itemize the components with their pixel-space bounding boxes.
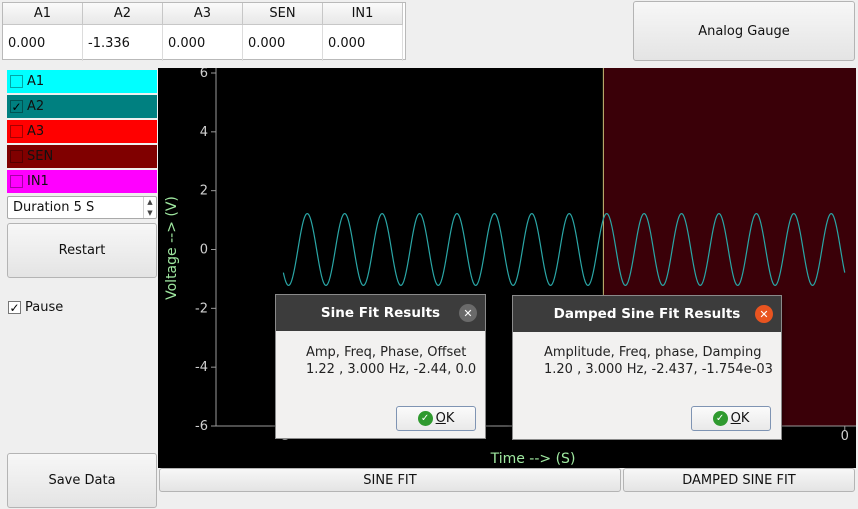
sine-fit-message: Amp, Freq, Phase, Offset 1.22 , 3.000 Hz… <box>306 344 476 378</box>
channel-sen-label: SEN <box>27 149 54 164</box>
value-a2: -1.336 <box>83 25 163 61</box>
channel-a2-label: A2 <box>27 99 45 114</box>
damped-sine-fit-dialog-titlebar[interactable]: Damped Sine Fit Results ✕ <box>513 296 781 332</box>
y-tick-label: 2 <box>200 184 208 199</box>
x-axis-label: Time --> (S) <box>490 451 576 467</box>
damped-sine-fit-button[interactable]: DAMPED SINE FIT <box>623 468 855 492</box>
damped-fit-params-values: 1.20 , 3.000 Hz, -2.437, -1.754e-03 <box>544 362 773 377</box>
value-a3: 0.000 <box>163 25 243 61</box>
pause-toggle[interactable]: ✓ Pause <box>8 300 63 315</box>
channel-a1[interactable]: A1 <box>7 70 157 93</box>
y-tick-label: 0 <box>200 243 208 258</box>
pause-label: Pause <box>25 300 64 315</box>
damped-sine-fit-dialog-title: Damped Sine Fit Results <box>553 306 741 322</box>
header-sen: SEN <box>243 3 323 25</box>
channel-a3-checkbox[interactable] <box>10 125 23 138</box>
x-tick-label: 0 <box>841 429 849 444</box>
ok-mnemonic: O <box>730 411 741 426</box>
sine-fit-dialog-titlebar[interactable]: Sine Fit Results ✕ <box>276 295 485 331</box>
sine-fit-params-header: Amp, Freq, Phase, Offset <box>306 345 467 360</box>
analog-gauge-button[interactable]: Analog Gauge <box>633 1 855 61</box>
checkmark-icon: ✓ <box>712 411 728 426</box>
y-tick-label: -6 <box>195 419 208 434</box>
y-tick-label: -4 <box>195 360 208 375</box>
duration-value: Duration 5 S <box>13 200 95 215</box>
close-icon[interactable]: ✕ <box>755 305 773 323</box>
y-tick-label: 6 <box>200 68 208 81</box>
sine-fit-params-values: 1.22 , 3.000 Hz, -2.44, 0.0 <box>306 362 477 377</box>
channel-a3-label: A3 <box>27 124 45 139</box>
y-axis-label: Voltage --> (V) <box>164 196 180 300</box>
restart-button[interactable]: Restart <box>7 223 157 278</box>
sine-fit-ok-button[interactable]: ✓ OK <box>396 406 476 431</box>
value-a1: 0.000 <box>3 25 83 61</box>
ok-label-rest: K <box>445 411 455 426</box>
readings-table: A1 A2 A3 SEN IN1 0.000 -1.336 0.000 0.00… <box>2 2 406 61</box>
y-tick-label: -2 <box>195 301 208 316</box>
pause-checkbox[interactable]: ✓ <box>8 301 21 314</box>
channel-in1-label: IN1 <box>27 174 49 189</box>
damped-sine-fit-dialog: Damped Sine Fit Results ✕ Amplitude, Fre… <box>512 295 782 440</box>
channel-in1[interactable]: IN1 <box>7 170 157 193</box>
save-data-button[interactable]: Save Data <box>7 453 157 508</box>
header-a3: A3 <box>163 3 243 25</box>
checkmark-icon: ✓ <box>417 411 433 426</box>
channel-sen-checkbox[interactable] <box>10 150 23 163</box>
close-icon[interactable]: ✕ <box>459 304 477 322</box>
channel-a1-checkbox[interactable] <box>10 75 23 88</box>
sine-fit-button[interactable]: SINE FIT <box>159 468 621 492</box>
header-a2: A2 <box>83 3 163 25</box>
damped-sine-fit-message: Amplitude, Freq, phase, Damping 1.20 , 3… <box>544 344 773 378</box>
sine-fit-dialog: Sine Fit Results ✕ Amp, Freq, Phase, Off… <box>275 294 486 439</box>
duration-spinbox[interactable]: Duration 5 S ▲ ▼ <box>7 196 157 219</box>
spin-down-icon[interactable]: ▼ <box>144 208 156 219</box>
y-tick-label: 4 <box>200 125 208 140</box>
sine-fit-dialog-title: Sine Fit Results <box>320 305 441 321</box>
channel-in1-checkbox[interactable] <box>10 175 23 188</box>
channel-a1-label: A1 <box>27 74 45 89</box>
ok-mnemonic: O <box>435 411 446 426</box>
header-a1: A1 <box>3 3 83 25</box>
header-in1: IN1 <box>323 3 403 25</box>
channel-sen[interactable]: SEN <box>7 145 157 168</box>
channel-a2-checkbox[interactable]: ✓ <box>10 100 23 113</box>
channel-a3[interactable]: A3 <box>7 120 157 143</box>
value-sen: 0.000 <box>243 25 323 61</box>
ok-label-rest: K <box>740 411 750 426</box>
value-in1: 0.000 <box>323 25 403 61</box>
damped-fit-params-header: Amplitude, Freq, phase, Damping <box>544 345 762 360</box>
spin-up-icon[interactable]: ▲ <box>144 197 156 208</box>
damped-sine-fit-ok-button[interactable]: ✓ OK <box>691 406 771 431</box>
channel-a2[interactable]: ✓ A2 <box>7 95 157 118</box>
